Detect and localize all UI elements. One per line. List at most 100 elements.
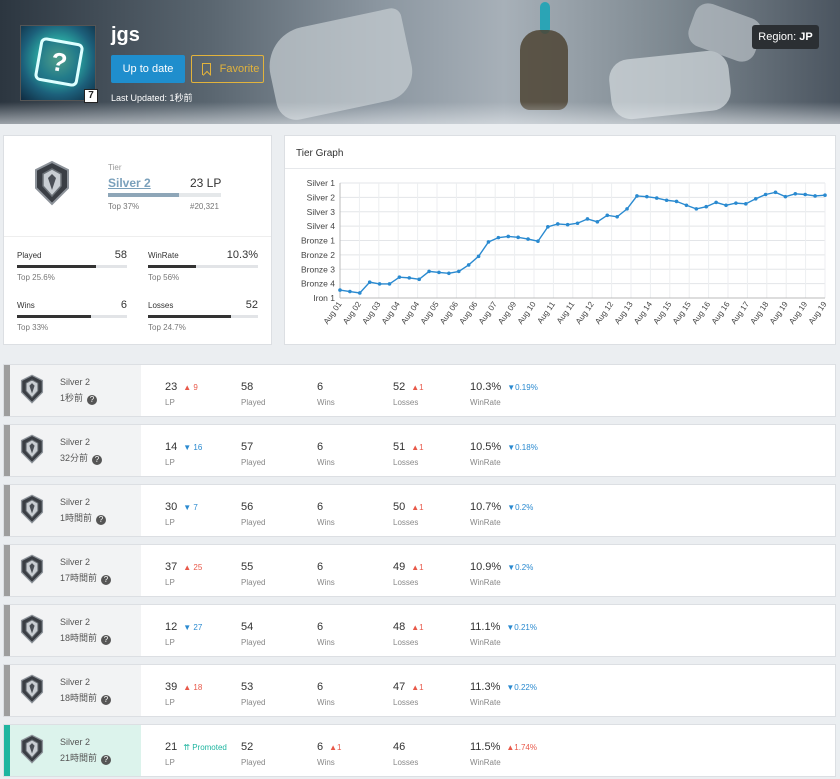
data-point <box>348 289 352 294</box>
data-point <box>724 203 728 208</box>
x-tick-label: Aug 01 <box>322 300 344 326</box>
row-winrate: 10.3% ▼0.19% WinRate <box>470 381 538 407</box>
data-point <box>585 217 590 221</box>
winrate-delta: ▼0.2% <box>507 503 534 512</box>
data-point <box>694 207 699 211</box>
row-wins: 6 Wins <box>317 561 335 587</box>
stat-wins: Wins 6 Top 33% <box>17 299 127 332</box>
help-icon[interactable]: ? <box>96 515 107 525</box>
favorite-button[interactable]: Favorite <box>191 55 264 83</box>
y-tick-label: Silver 1 <box>307 178 336 188</box>
data-point <box>783 194 788 199</box>
row-losses: 50 ▲1 Losses <box>393 501 424 527</box>
arrow-up-icon: ▲ <box>183 563 192 572</box>
help-icon[interactable]: ? <box>101 695 112 705</box>
help-icon[interactable]: ? <box>92 455 103 465</box>
tier-lp: 23 LP <box>190 176 222 190</box>
data-point <box>674 199 679 204</box>
row-wins: 6 ▲1 Wins <box>317 741 342 767</box>
data-point <box>763 192 768 197</box>
data-point <box>456 269 461 274</box>
row-losses: 46 Losses <box>393 741 419 767</box>
data-point <box>615 214 619 219</box>
x-tick-label: Aug 17 <box>729 300 751 326</box>
data-point <box>447 271 451 276</box>
row-winrate: 10.5% ▼0.18% WinRate <box>470 441 538 467</box>
help-icon[interactable]: ? <box>101 575 112 585</box>
losses-delta: ▲1 <box>411 683 424 692</box>
mystery-cube-icon: ? <box>33 36 85 88</box>
bookmark-icon <box>202 63 211 75</box>
lp-delta: ▼ 16 <box>183 443 203 452</box>
row-time: 21時間前? <box>60 751 112 765</box>
arrow-up-icon: ▲ <box>411 563 420 572</box>
double-arrow-up-icon: ⇈ <box>183 743 190 752</box>
x-tick-label: Aug 05 <box>419 300 441 326</box>
row-tier: Silver 2 <box>60 617 91 627</box>
history-row: Silver 2 1時間前? 30 ▼ 7 LP 56 Played 6 Wins 50 ▲1 Los… <box>3 484 836 537</box>
x-tick-label: Aug 15 <box>671 300 693 326</box>
silver-emblem-icon <box>19 554 45 584</box>
help-icon[interactable]: ? <box>87 395 98 405</box>
data-point <box>773 190 778 195</box>
y-tick-label: Silver 3 <box>307 207 336 217</box>
data-point <box>813 194 817 198</box>
history-row: Silver 2 18時間前? 12 ▼ 27 LP 54 Played 6 Wins 48 ▲1 L… <box>3 604 836 657</box>
data-point <box>645 194 649 199</box>
y-tick-label: Iron 1 <box>313 293 335 303</box>
profile-header: ? 7 jgs Up to date Favorite Last Updated… <box>0 0 840 124</box>
stat-played: Played 58 Top 25.6% <box>17 249 127 282</box>
row-time: 1時間前? <box>60 511 107 525</box>
arrow-up-icon: ▲ <box>183 383 192 392</box>
row-wins: 6 Wins <box>317 501 335 527</box>
data-point <box>605 213 610 218</box>
row-played: 57 Played <box>241 441 266 467</box>
arrow-up-icon: ▲ <box>411 503 420 512</box>
row-time: 17時間前? <box>60 571 112 585</box>
tier-progress-bar <box>108 193 221 197</box>
data-point <box>654 196 659 200</box>
wins-delta: ▲1 <box>329 743 342 752</box>
data-point <box>536 239 540 244</box>
tier-top-percent: Top 37% <box>108 202 140 211</box>
region-badge[interactable]: Region: JP <box>752 25 819 49</box>
y-tick-label: Bronze 4 <box>301 279 335 289</box>
history-row: Silver 2 32分前? 14 ▼ 16 LP 57 Played 6 Wins 51 ▲1 Lo… <box>3 424 836 477</box>
silver-emblem-icon <box>19 434 45 464</box>
help-icon[interactable]: ? <box>101 635 112 645</box>
row-time: 18時間前? <box>60 631 112 645</box>
data-point <box>437 270 441 275</box>
lp-delta: ▲ 9 <box>183 383 198 392</box>
row-winrate: 11.5% ▲1.74% WinRate <box>470 741 537 767</box>
data-point <box>526 237 530 241</box>
winrate-delta: ▼0.19% <box>507 383 538 392</box>
row-played: 58 Played <box>241 381 266 407</box>
data-point <box>516 235 520 240</box>
stat-winrate: WinRate 10.3% Top 56% <box>148 249 258 282</box>
row-tier: Silver 2 <box>60 677 91 687</box>
history-row: Silver 2 17時間前? 37 ▲ 25 LP 55 Played 6 Wins 49 ▲1 L… <box>3 544 836 597</box>
row-time: 18時間前? <box>60 691 112 705</box>
tier-name[interactable]: Silver 2 <box>108 176 151 190</box>
region-value: JP <box>799 31 813 43</box>
y-tick-label: Silver 4 <box>307 221 336 231</box>
arrow-down-icon: ▼ <box>507 563 516 572</box>
x-tick-label: Aug 07 <box>477 300 499 326</box>
history-row: Silver 2 1秒前? 23 ▲ 9 LP 58 Played 6 Wins 52 ▲1 Loss… <box>3 364 836 417</box>
x-tick-label: Aug 04 <box>380 300 402 326</box>
data-point <box>823 193 827 198</box>
y-tick-label: Bronze 1 <box>301 236 335 246</box>
data-point <box>397 275 402 279</box>
x-tick-label: Aug 14 <box>632 300 654 326</box>
history-row: Silver 2 21時間前? 21 ⇈ Promoted LP 52 Played 6 ▲1 W… <box>3 724 836 777</box>
row-time: 32分前? <box>60 451 103 465</box>
silver-emblem-icon <box>19 614 45 644</box>
update-button[interactable]: Up to date <box>111 55 185 83</box>
data-point <box>635 194 639 198</box>
help-icon[interactable]: ? <box>101 755 112 765</box>
y-tick-label: Bronze 3 <box>301 264 335 274</box>
x-tick-label: Aug 12 <box>574 300 596 326</box>
data-point <box>466 263 471 267</box>
losses-delta: ▲1 <box>411 443 424 452</box>
arrow-up-icon: ▲ <box>411 383 420 392</box>
